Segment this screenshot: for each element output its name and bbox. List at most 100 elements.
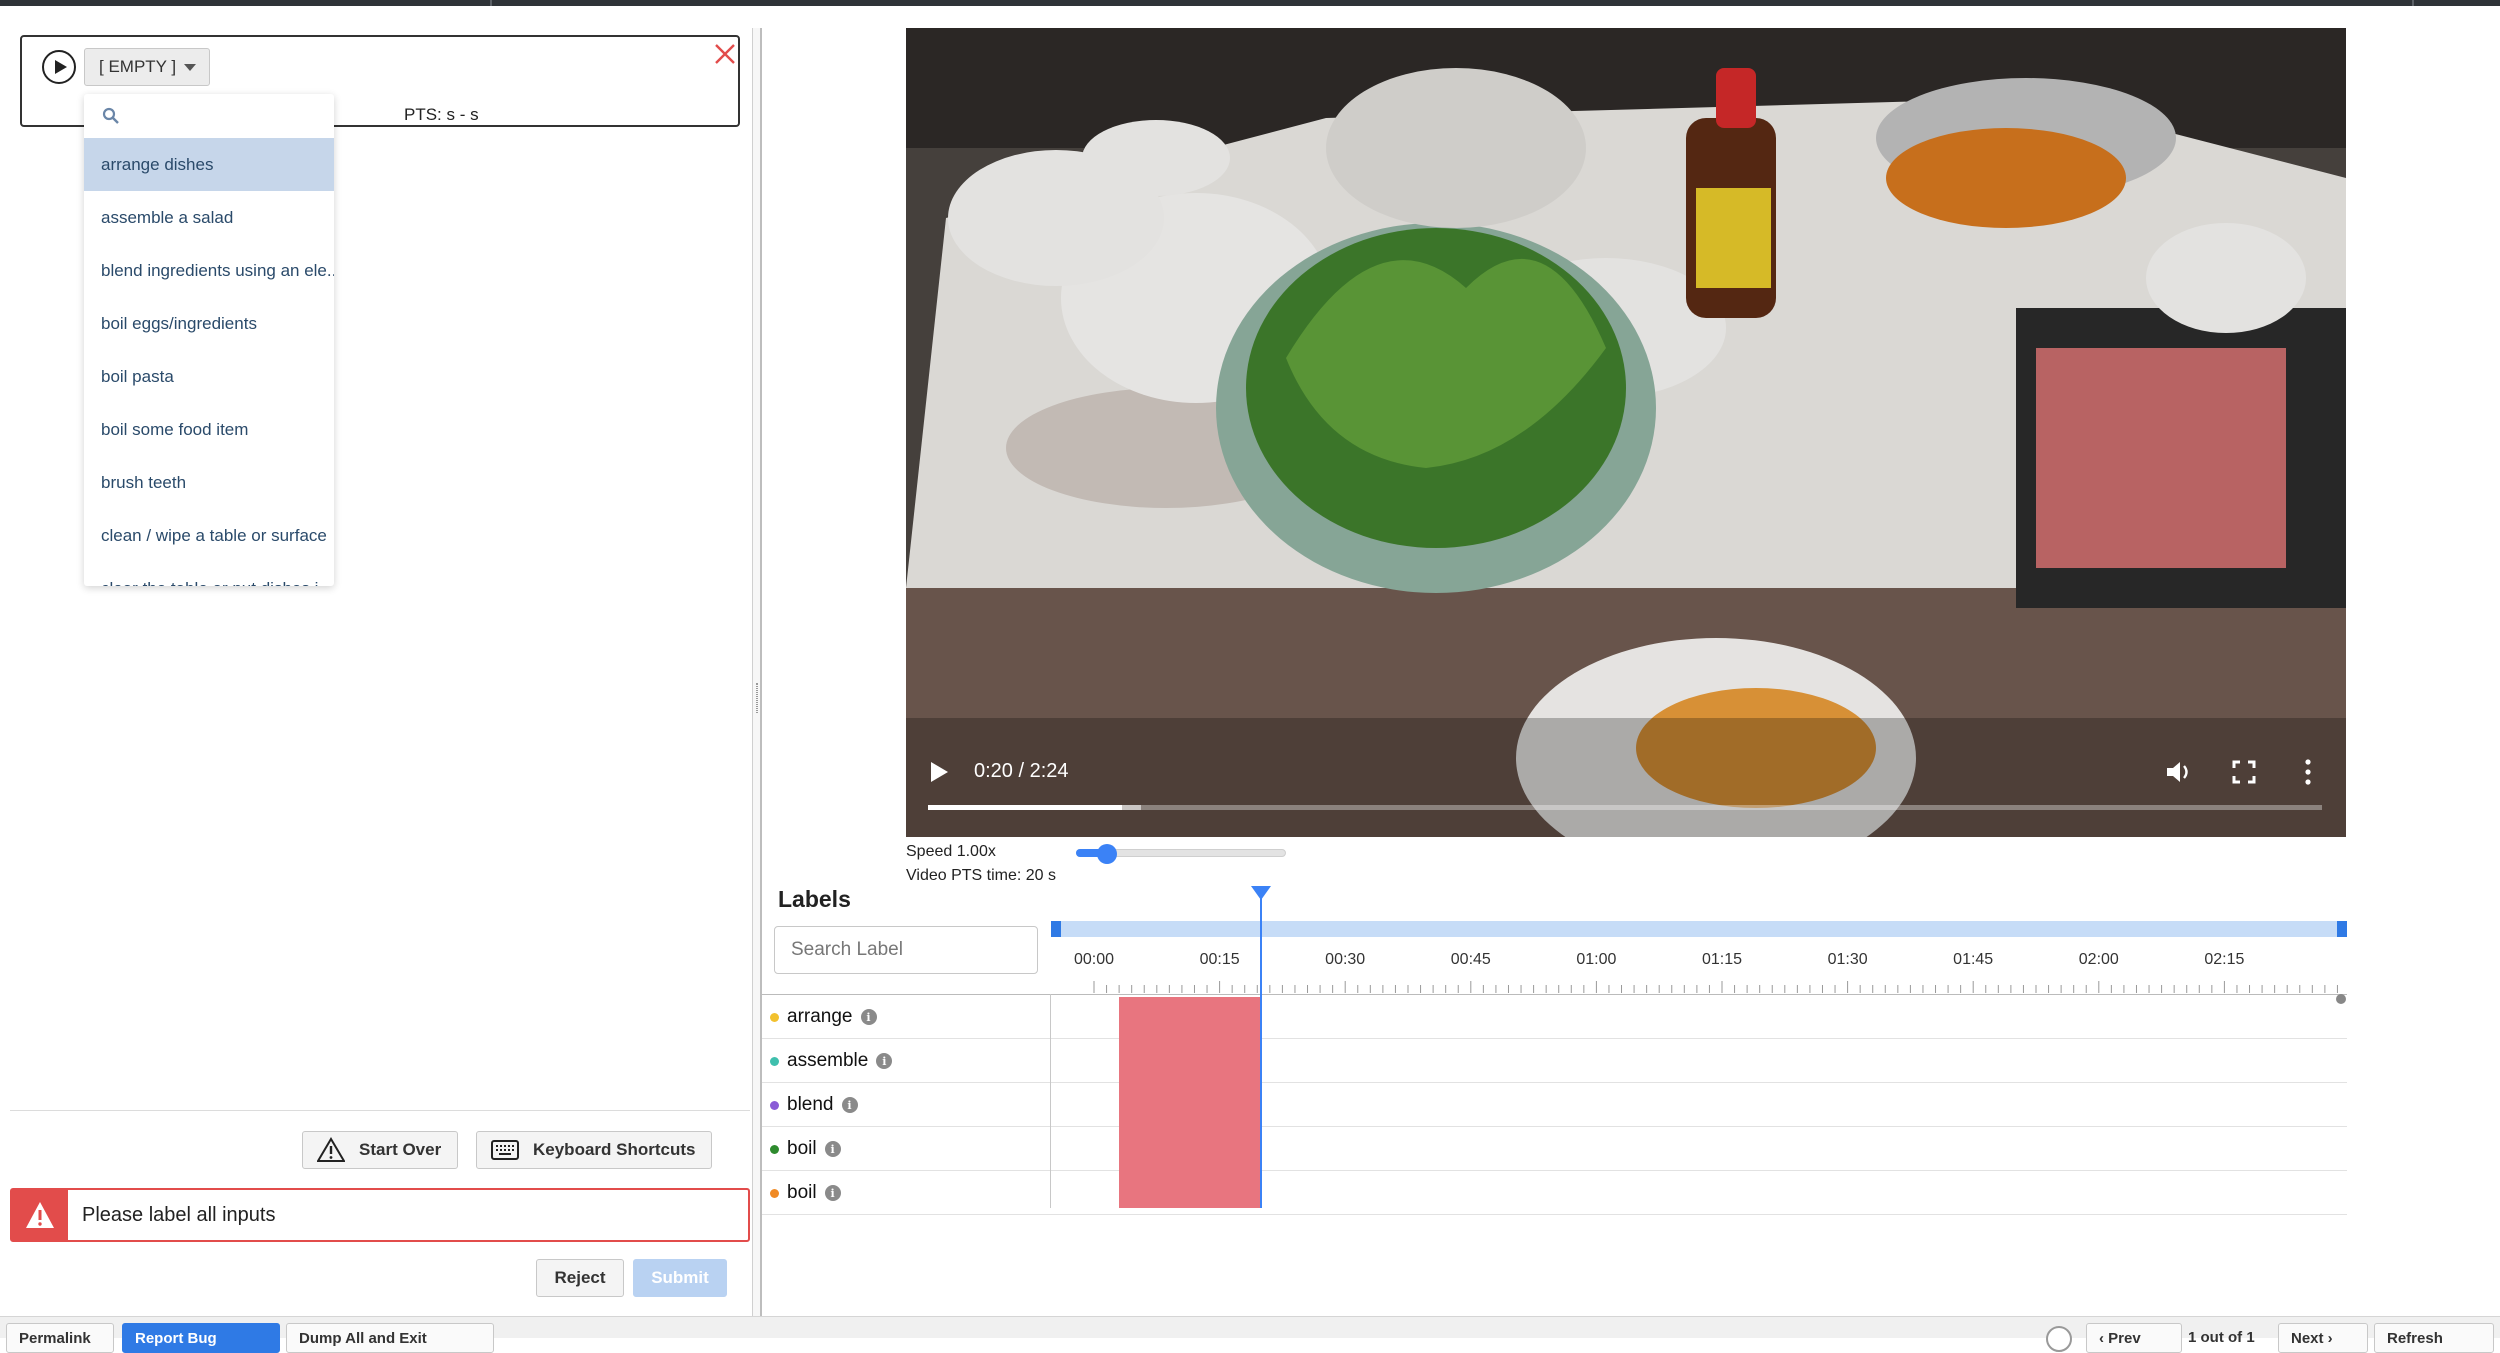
dropdown-item[interactable]: clear the table or put dishes i... xyxy=(84,562,334,587)
timeline-tick-label: 00:45 xyxy=(1450,951,1491,968)
error-banner: Please label all inputs xyxy=(10,1188,750,1242)
submit-button[interactable]: Submit xyxy=(633,1259,727,1297)
label-color-dot xyxy=(770,1144,779,1154)
timeline-row-label: blend i xyxy=(770,1083,858,1127)
keyboard-shortcuts-button[interactable]: Keyboard Shortcuts xyxy=(476,1131,712,1169)
timeline-end-marker xyxy=(2336,994,2346,1004)
timeline-label-separator xyxy=(1050,994,1051,1208)
search-icon xyxy=(102,107,119,124)
speed-slider-thumb[interactable] xyxy=(1097,844,1118,864)
timeline-row[interactable]: arrange i xyxy=(762,995,2347,1039)
timeline-row-label: boil i xyxy=(770,1171,841,1215)
close-icon[interactable] xyxy=(712,41,738,67)
info-icon[interactable]: i xyxy=(824,1141,841,1157)
warning-icon xyxy=(26,1202,54,1228)
range-start-handle[interactable] xyxy=(1051,921,1061,937)
timeline-row-name: boil xyxy=(787,1182,817,1203)
permalink-button[interactable]: Permalink xyxy=(6,1323,114,1353)
start-over-label: Start Over xyxy=(359,1140,442,1159)
search-label-input[interactable] xyxy=(774,926,1038,974)
timeline-tick-label: 01:00 xyxy=(1576,951,1617,968)
splitter-grip[interactable] xyxy=(756,683,758,713)
dropdown-item[interactable]: assemble a salad xyxy=(84,191,334,244)
timeline-playhead[interactable] xyxy=(1260,893,1263,1208)
timeline-tick-label: 01:45 xyxy=(1953,951,1994,968)
label-color-dot xyxy=(770,1100,779,1110)
timeline-tick-label: 01:15 xyxy=(1701,951,1743,968)
info-icon[interactable]: i xyxy=(876,1053,893,1069)
start-over-button[interactable]: Start Over xyxy=(302,1131,458,1169)
playhead-marker-icon[interactable] xyxy=(1251,886,1272,900)
dropdown-list: arrange dishes assemble a salad blend ingr… xyxy=(84,138,334,586)
label-select[interactable]: [ EMPTY ] xyxy=(84,48,210,86)
timeline-row-label: boil i xyxy=(770,1127,841,1171)
more-options-icon[interactable] xyxy=(2302,758,2314,786)
label-dropdown[interactable]: arrange dishes assemble a salad blend ingr… xyxy=(84,94,334,586)
timeline-tick-label: 00:30 xyxy=(1325,951,1366,968)
dump-all-exit-button[interactable]: Dump All and Exit xyxy=(286,1323,494,1353)
report-bug-button[interactable]: Report Bug xyxy=(122,1323,280,1353)
timeline-row-name: boil xyxy=(787,1138,817,1159)
radio-toggle[interactable] xyxy=(2046,1326,2072,1352)
timeline-tick-label: 00:00 xyxy=(1073,951,1115,968)
timeline-tracks[interactable]: arrange i assemble i blend i boil i boil i xyxy=(762,994,2347,1215)
info-icon[interactable]: i xyxy=(860,1009,877,1025)
timeline-tick-label: 01:30 xyxy=(1827,951,1868,968)
next-button[interactable]: Next › xyxy=(2278,1323,2368,1353)
prev-button[interactable]: ‹ Prev xyxy=(2086,1323,2182,1353)
dropdown-item[interactable]: clean / wipe a table or surface xyxy=(84,509,334,562)
timeline-tick-label: 02:00 xyxy=(2078,951,2119,968)
volume-icon[interactable] xyxy=(2164,758,2192,786)
error-message: Please label all inputs xyxy=(82,1203,276,1226)
dropdown-item[interactable]: boil some food item xyxy=(84,403,334,456)
label-color-dot xyxy=(770,1188,779,1198)
play-icon[interactable] xyxy=(928,760,950,784)
video-pts-time: Video PTS time: 20 s xyxy=(906,867,1056,884)
timeline-row-label: assemble i xyxy=(770,1039,893,1083)
warning-icon xyxy=(317,1137,345,1162)
error-icon-box xyxy=(12,1190,68,1240)
info-icon[interactable]: i xyxy=(824,1185,841,1201)
speed-slider[interactable] xyxy=(1076,844,1286,864)
dropdown-item[interactable]: blend ingredients using an ele... xyxy=(84,244,334,297)
timeline-row-name: blend xyxy=(787,1094,834,1115)
dropdown-item[interactable]: arrange dishes xyxy=(84,138,334,191)
bottom-toolbar: Permalink Report Bug Dump All and Exit ‹… xyxy=(0,1316,2500,1353)
play-icon xyxy=(54,60,67,74)
label-color-dot xyxy=(770,1012,779,1022)
timeline-row[interactable]: boil i xyxy=(762,1171,2347,1215)
labels-title: Labels xyxy=(778,886,851,912)
speed-label: Speed 1.00x xyxy=(906,843,996,860)
timeline-row-name: assemble xyxy=(787,1050,869,1071)
dropdown-item[interactable]: boil pasta xyxy=(84,350,334,403)
timeline-range-bar[interactable] xyxy=(1051,921,2347,937)
timeline-row[interactable]: blend i xyxy=(762,1083,2347,1127)
dropdown-search[interactable] xyxy=(84,94,334,138)
timeline-row-name: arrange xyxy=(787,1006,853,1027)
fullscreen-icon[interactable] xyxy=(2232,760,2256,784)
segment-pts: PTS: s - s xyxy=(404,105,479,124)
video-progress-fill xyxy=(928,805,1122,810)
range-end-handle[interactable] xyxy=(2337,921,2347,937)
topbar-divider xyxy=(2412,0,2414,6)
label-color-dot xyxy=(770,1056,779,1066)
timeline-row[interactable]: assemble i xyxy=(762,1039,2347,1083)
keyboard-shortcuts-label: Keyboard Shortcuts xyxy=(533,1140,696,1159)
video-progress-bar[interactable] xyxy=(928,805,2322,810)
timeline-row[interactable]: boil i xyxy=(762,1127,2347,1171)
keyboard-icon xyxy=(491,1140,519,1160)
refresh-button[interactable]: Refresh xyxy=(2374,1323,2494,1353)
dropdown-item[interactable]: brush teeth xyxy=(84,456,334,509)
timeline-ruler[interactable]: 00:00 00:15 00:30 00:45 01:00 01:15 01:30 01:45… xyxy=(1051,945,2347,997)
video-time: 0:20 / 2:24 xyxy=(974,760,1069,782)
chevron-down-icon xyxy=(184,63,197,71)
panel-splitter[interactable] xyxy=(752,28,762,1316)
video-player[interactable]: 0:20 / 2:24 xyxy=(906,28,2346,837)
reject-button[interactable]: Reject xyxy=(536,1259,624,1297)
video-frame xyxy=(906,28,2346,837)
dropdown-item[interactable]: boil eggs/ingredients xyxy=(84,297,334,350)
timeline-row-label: arrange i xyxy=(770,995,877,1039)
play-segment-button[interactable] xyxy=(42,50,76,84)
info-icon[interactable]: i xyxy=(841,1097,858,1113)
label-segment[interactable] xyxy=(1119,997,1262,1208)
